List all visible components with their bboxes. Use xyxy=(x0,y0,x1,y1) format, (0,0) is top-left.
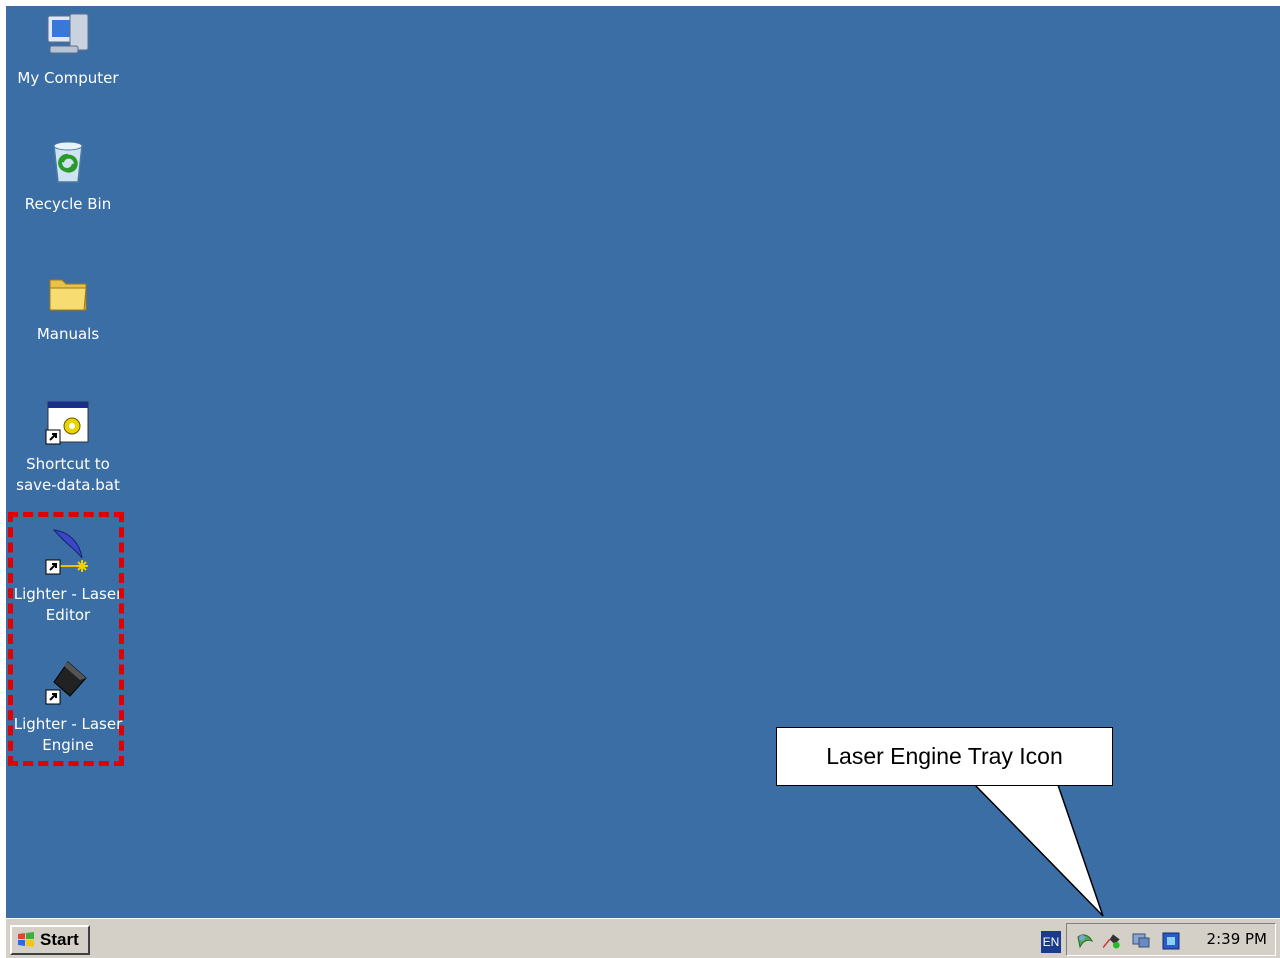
callout-label: Laser Engine Tray Icon xyxy=(776,727,1113,786)
my-computer-icon xyxy=(47,13,89,54)
taskbar: Start EN 2:39 PM xyxy=(6,918,1280,958)
recycle-bin-icon xyxy=(53,141,83,183)
highlight-box xyxy=(8,512,124,766)
system-tray: 2:39 PM xyxy=(1066,923,1276,956)
desktop-icon-recycle-bin[interactable]: Recycle Bin xyxy=(6,136,130,215)
start-button[interactable]: Start xyxy=(10,925,90,955)
app-tray-icon[interactable] xyxy=(1161,931,1181,951)
windows-flag-icon xyxy=(18,932,34,947)
desktop-icon-label: My Computer xyxy=(17,69,119,87)
laser-engine-tray-icon[interactable] xyxy=(1103,931,1123,951)
callout-seam xyxy=(977,780,1057,785)
language-indicator[interactable]: EN xyxy=(1041,931,1061,953)
desktop-icon-label: Shortcut to save-data.bat xyxy=(16,455,120,494)
start-label: Start xyxy=(40,930,79,949)
desktop-icon-label: Recycle Bin xyxy=(24,195,112,213)
folder-icon xyxy=(49,279,87,311)
clock[interactable]: 2:39 PM xyxy=(1207,930,1267,948)
desktop-icon-label: Manuals xyxy=(36,325,100,343)
desktop-icon-my-computer[interactable]: My Computer xyxy=(6,10,130,89)
display-icon[interactable] xyxy=(1131,931,1151,951)
batch-file-shortcut-icon xyxy=(45,401,89,445)
desktop-icon-manuals[interactable]: Manuals xyxy=(6,266,130,345)
desktop-icon-save-data-shortcut[interactable]: Shortcut to save-data.bat xyxy=(6,396,130,496)
network-icon[interactable] xyxy=(1075,931,1095,951)
